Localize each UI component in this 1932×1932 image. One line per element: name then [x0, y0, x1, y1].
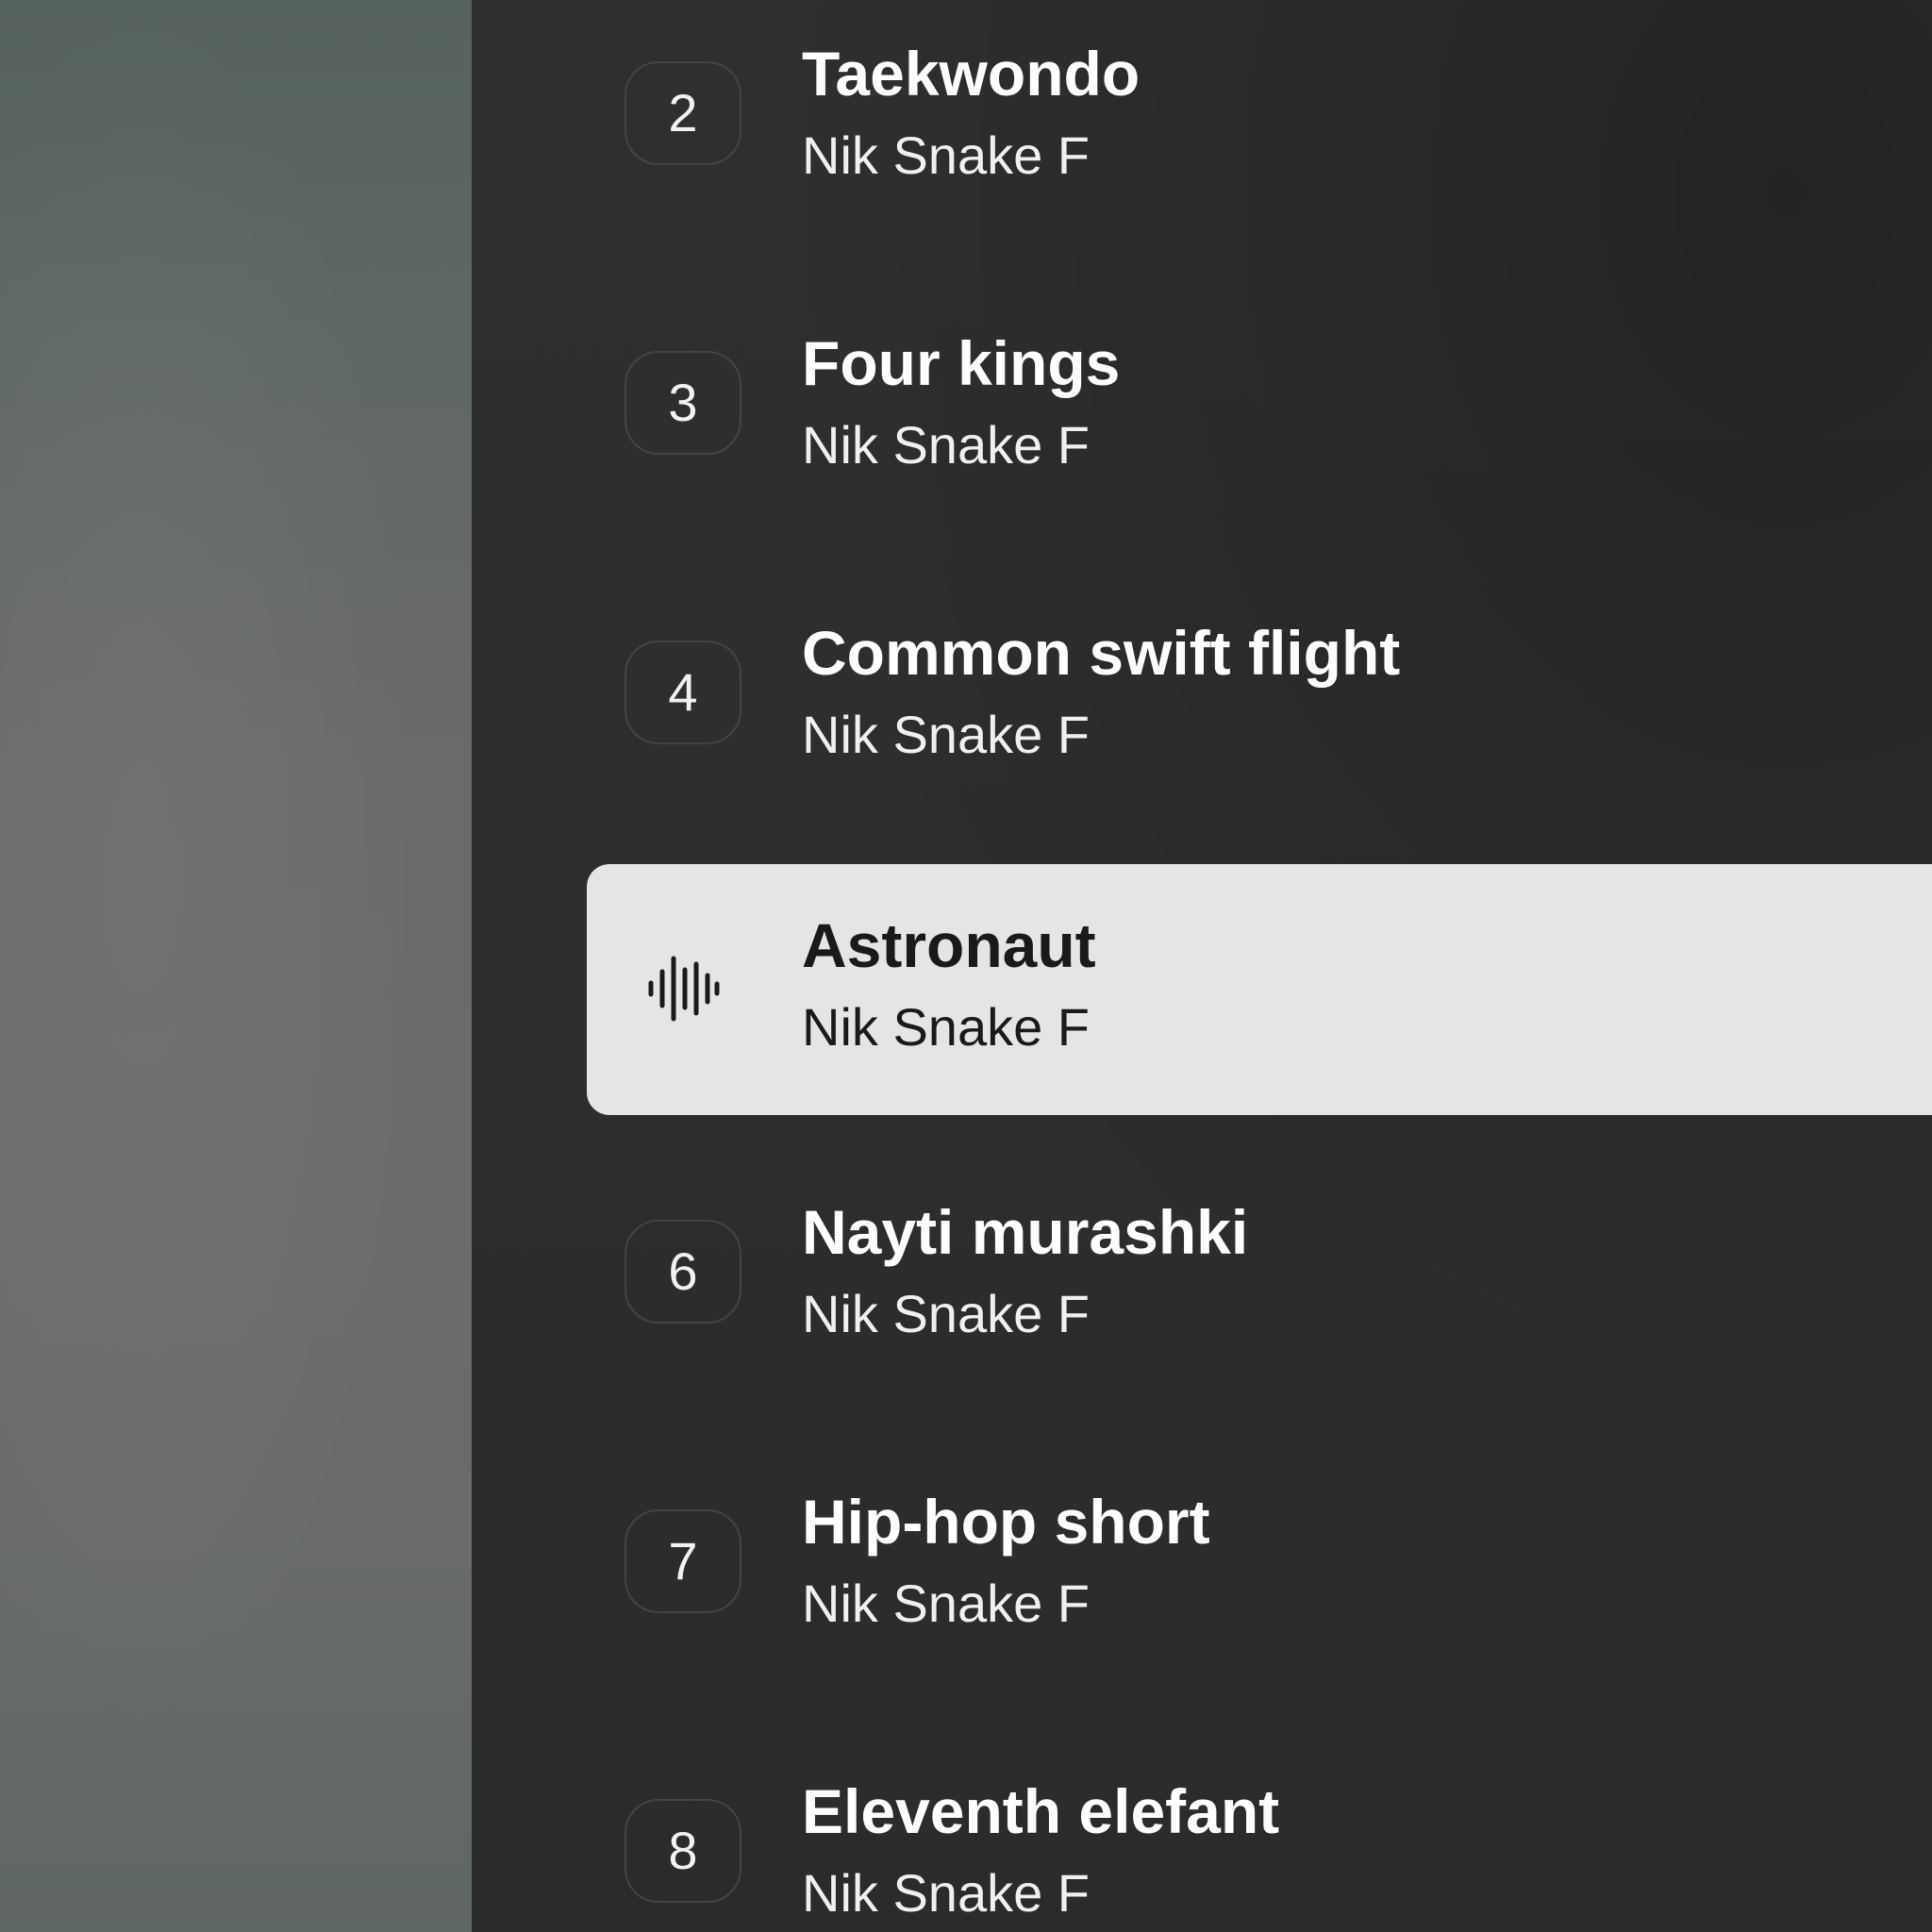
track-list: 2 Taekwondo Nik Snake F 3 Four kings Nik… [472, 0, 1932, 1932]
track-artist: Nik Snake F [802, 1284, 1090, 1343]
track-row-now-playing[interactable]: Astronaut Nik Snake F [587, 864, 1932, 1115]
track-artist: Nik Snake F [802, 705, 1090, 764]
track-row[interactable]: 4 Common swift flight Nik Snake F [587, 572, 1932, 823]
background-artwork [0, 0, 472, 1932]
track-row[interactable]: 2 Taekwondo Nik Snake F [587, 0, 1932, 243]
audio-waveform-icon [648, 956, 720, 1022]
app-root: 2 Taekwondo Nik Snake F 3 Four kings Nik… [0, 0, 1932, 1932]
track-row[interactable]: 6 Nayti murashki Nik Snake F [587, 1151, 1932, 1402]
track-artist: Nik Snake F [802, 997, 1090, 1057]
track-title: Nayti murashki [802, 1197, 1249, 1267]
track-title: Four kings [802, 328, 1121, 398]
track-row[interactable]: 7 Hip-hop short Nik Snake F [587, 1441, 1932, 1691]
track-number-badge: 3 [625, 351, 741, 455]
track-artist: Nik Snake F [802, 1574, 1090, 1633]
track-row[interactable]: 3 Four kings Nik Snake F [587, 282, 1932, 533]
track-row[interactable]: 8 Eleventh elefant Nik Snake F [587, 1730, 1932, 1932]
track-number-badge: 4 [625, 641, 741, 744]
track-number-badge: 7 [625, 1509, 741, 1613]
track-title: Astronaut [802, 910, 1096, 980]
track-artist: Nik Snake F [802, 1863, 1090, 1923]
playlist-panel: 2 Taekwondo Nik Snake F 3 Four kings Nik… [472, 0, 1932, 1932]
track-title: Eleventh elefant [802, 1776, 1280, 1846]
track-number-badge: 8 [625, 1799, 741, 1903]
track-title: Taekwondo [802, 39, 1141, 108]
track-number-badge: 6 [625, 1220, 741, 1324]
track-artist: Nik Snake F [802, 415, 1090, 475]
track-title: Common swift flight [802, 618, 1401, 688]
track-artist: Nik Snake F [802, 125, 1090, 185]
track-number-badge: 2 [625, 61, 741, 165]
track-title: Hip-hop short [802, 1487, 1210, 1557]
